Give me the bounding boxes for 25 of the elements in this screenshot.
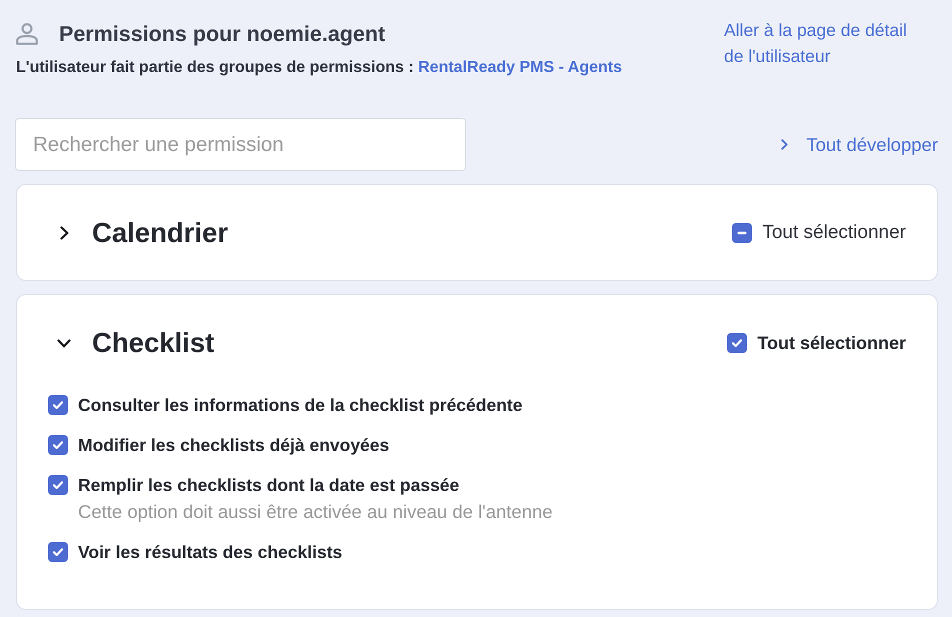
groups-text: L'utilisateur fait partie des groupes de permissions : RentalReady PMS - Agents xyxy=(16,58,622,78)
select-all-checkbox[interactable] xyxy=(727,333,748,353)
chevron-right-icon xyxy=(781,139,788,150)
permission-checkbox[interactable] xyxy=(48,395,68,415)
chevron-down-icon[interactable] xyxy=(57,338,71,348)
chevron-right-icon[interactable] xyxy=(60,226,68,240)
permission-checkbox[interactable] xyxy=(48,435,68,455)
expand-all-button[interactable]: Tout développer xyxy=(781,132,938,158)
permission-checkbox[interactable] xyxy=(48,542,68,562)
page-title: Permissions pour noemie.agent xyxy=(59,21,386,48)
permission-note: Cette option doit aussi être activée au niveau de l'antenne xyxy=(78,500,553,524)
search-field[interactable]: Rechercher une permission xyxy=(15,118,466,171)
select-all-label: Tout sélectionner xyxy=(757,332,906,355)
user-detail-link[interactable]: Aller à la page de détail de l'utilisateur xyxy=(724,17,924,69)
permission-label: Remplir les checklists dont la date est passée xyxy=(78,474,460,497)
select-all-label: Tout sélectionner xyxy=(762,221,906,245)
permission-label: Consulter les informations de la checklist précédente xyxy=(78,394,522,417)
permission-checkbox[interactable] xyxy=(48,475,68,495)
select-all-checkbox[interactable] xyxy=(732,223,752,243)
permission-label: Modifier les checklists déjà envoyées xyxy=(78,434,390,457)
section-title: Calendrier xyxy=(92,217,228,249)
section-title: Checklist xyxy=(92,327,214,359)
group-link[interactable]: RentalReady PMS - Agents xyxy=(418,59,622,76)
permission-label: Voir les résultats des checklists xyxy=(78,541,342,564)
user-icon xyxy=(16,23,38,45)
